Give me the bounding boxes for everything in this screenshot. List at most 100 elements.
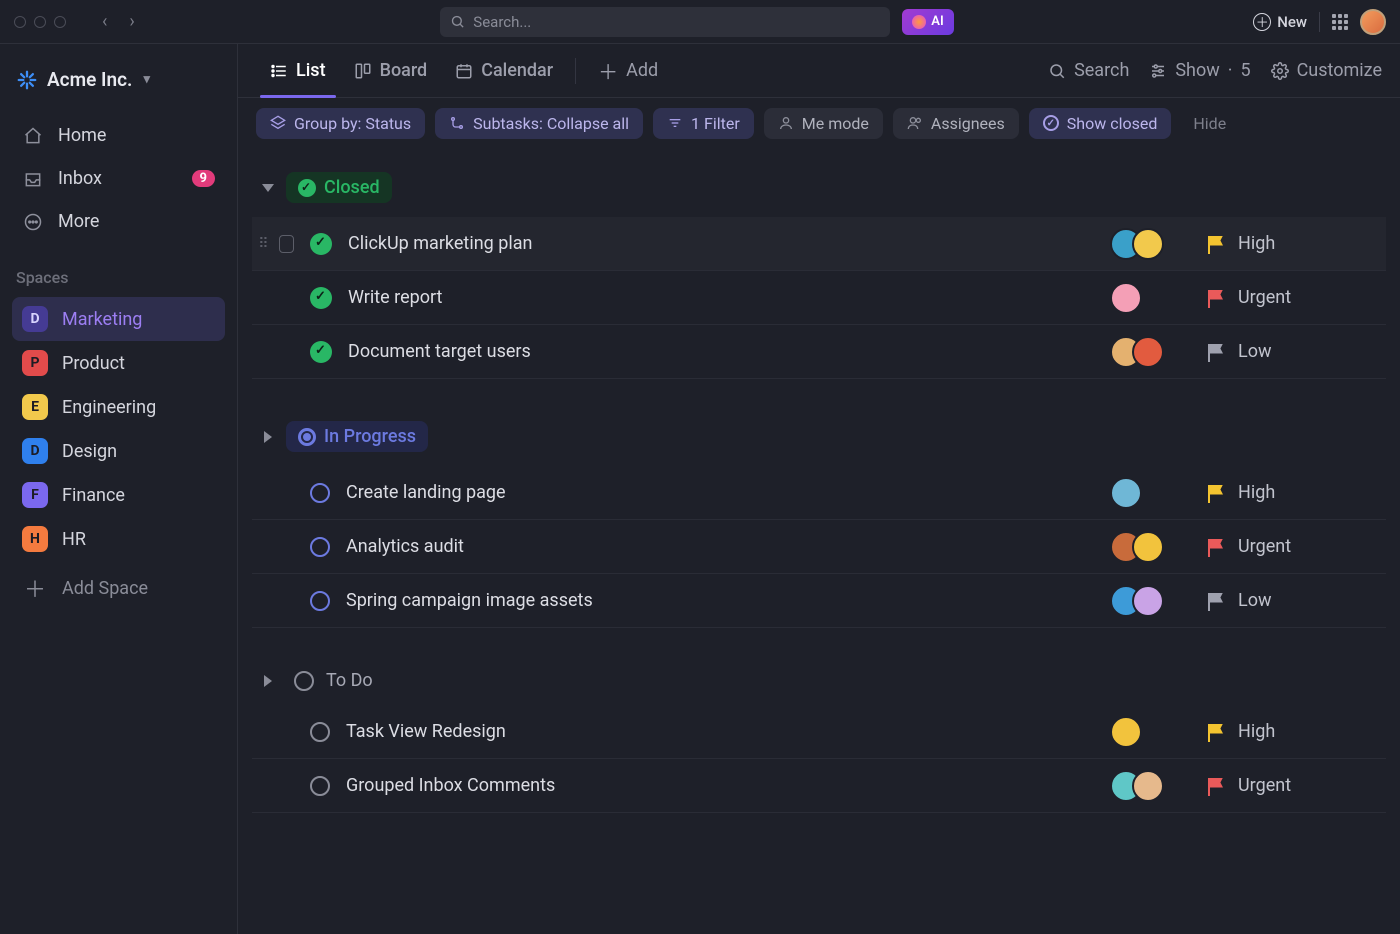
flag-icon: [1206, 723, 1224, 741]
task-assignees[interactable]: [1110, 716, 1190, 748]
drag-handle-icon[interactable]: ⠿: [254, 236, 271, 252]
task-assignees[interactable]: [1110, 585, 1190, 617]
space-label: Engineering: [62, 397, 156, 418]
ai-button[interactable]: AI: [902, 9, 953, 35]
space-label: Design: [62, 441, 117, 462]
task-row[interactable]: ⠿Analytics auditUrgent: [252, 520, 1386, 574]
space-item-finance[interactable]: FFinance: [12, 473, 225, 517]
task-status-icon[interactable]: [310, 287, 332, 309]
sliders-icon: [1149, 62, 1167, 80]
task-status-icon[interactable]: [310, 722, 330, 742]
task-priority[interactable]: High: [1206, 482, 1376, 503]
task-row[interactable]: ⠿Spring campaign image assetsLow: [252, 574, 1386, 628]
sidebar-item-home[interactable]: Home: [12, 115, 225, 156]
new-label: New: [1277, 13, 1307, 31]
task-status-icon[interactable]: [310, 591, 330, 611]
mac-max-dot[interactable]: [54, 16, 66, 28]
priority-label: High: [1238, 482, 1275, 503]
nav-forward-button[interactable]: ›: [123, 9, 140, 34]
task-priority[interactable]: Urgent: [1206, 536, 1376, 557]
customize-button[interactable]: Customize: [1271, 60, 1382, 81]
task-priority[interactable]: High: [1206, 721, 1376, 742]
search-view-button[interactable]: Search: [1048, 60, 1129, 81]
chip-assignees[interactable]: Assignees: [893, 108, 1019, 139]
task-priority[interactable]: Low: [1206, 590, 1376, 611]
label: Show: [1175, 60, 1219, 81]
task-status-icon[interactable]: [310, 776, 330, 796]
task-assignees[interactable]: [1110, 531, 1190, 563]
user-avatar[interactable]: [1360, 9, 1386, 35]
group-header-todo[interactable]: To Do: [252, 662, 1386, 699]
tab-label: Board: [380, 60, 428, 81]
priority-label: High: [1238, 721, 1275, 742]
add-view-button[interactable]: ＋ Add: [584, 56, 672, 85]
task-assignees[interactable]: [1110, 228, 1190, 260]
task-status-icon[interactable]: [310, 537, 330, 557]
chip-filter[interactable]: 1 Filter: [653, 108, 754, 139]
sidebar-item-more[interactable]: More: [12, 201, 225, 242]
task-assignees[interactable]: [1110, 336, 1190, 368]
label: Me mode: [802, 114, 869, 133]
check-circle-icon: [1043, 115, 1059, 131]
space-chip-icon: F: [22, 482, 48, 508]
chip-group-by[interactable]: Group by: Status: [256, 108, 425, 139]
avatar: [1132, 770, 1164, 802]
chip-show-closed[interactable]: Show closed: [1029, 108, 1172, 139]
chip-me-mode[interactable]: Me mode: [764, 108, 883, 139]
sidebar-item-label: More: [58, 211, 99, 232]
flag-icon: [1206, 289, 1224, 307]
task-priority[interactable]: High: [1206, 233, 1376, 254]
view-tab-board[interactable]: Board: [340, 44, 442, 97]
mac-close-dot[interactable]: [14, 16, 26, 28]
tab-label: Add: [626, 60, 658, 81]
home-icon: [22, 126, 44, 146]
task-status-icon[interactable]: [310, 233, 332, 255]
priority-label: Low: [1238, 341, 1272, 362]
task-row[interactable]: ⠿Document target usersLow: [252, 325, 1386, 379]
priority-label: High: [1238, 233, 1275, 254]
space-item-hr[interactable]: HHR: [12, 517, 225, 561]
task-assignees[interactable]: [1110, 282, 1190, 314]
space-item-engineering[interactable]: EEngineering: [12, 385, 225, 429]
chip-subtasks[interactable]: Subtasks: Collapse all: [435, 108, 643, 139]
show-columns-button[interactable]: Show · 5: [1149, 60, 1250, 81]
inbox-icon: [22, 169, 44, 189]
new-button[interactable]: ＋ New: [1253, 13, 1307, 31]
task-row[interactable]: ⠿Task View RedesignHigh: [252, 705, 1386, 759]
view-tab-calendar[interactable]: Calendar: [441, 44, 567, 97]
avatar: [1132, 531, 1164, 563]
label: Customize: [1297, 60, 1382, 81]
task-name: Grouped Inbox Comments: [346, 775, 1094, 796]
global-search[interactable]: Search...: [440, 7, 890, 37]
mac-min-dot[interactable]: [34, 16, 46, 28]
calendar-icon: [455, 62, 473, 80]
space-item-design[interactable]: DDesign: [12, 429, 225, 473]
apps-grid-icon[interactable]: [1332, 14, 1348, 30]
group-header-progress[interactable]: In Progress: [252, 413, 1386, 460]
task-row[interactable]: ⠿ ClickUp marketing plan High: [252, 217, 1386, 271]
nav-back-button[interactable]: ‹: [96, 9, 113, 34]
task-status-icon[interactable]: [310, 341, 332, 363]
task-row[interactable]: ⠿Grouped Inbox CommentsUrgent: [252, 759, 1386, 813]
hide-filters-button[interactable]: Hide: [1193, 114, 1226, 133]
space-item-product[interactable]: PProduct: [12, 341, 225, 385]
task-priority[interactable]: Urgent: [1206, 287, 1376, 308]
task-row[interactable]: ⠿Write reportUrgent: [252, 271, 1386, 325]
task-row[interactable]: ⠿Create landing pageHigh: [252, 466, 1386, 520]
task-priority[interactable]: Urgent: [1206, 775, 1376, 796]
group-header-closed[interactable]: Closed: [252, 164, 1386, 211]
space-label: Product: [62, 353, 125, 374]
task-checkbox[interactable]: [279, 235, 294, 253]
sidebar-item-inbox[interactable]: Inbox 9: [12, 158, 225, 199]
task-assignees[interactable]: [1110, 477, 1190, 509]
add-space-button[interactable]: ＋ Add Space: [12, 563, 225, 613]
list-icon: [270, 62, 288, 80]
workspace-switcher[interactable]: Acme Inc. ▾: [12, 58, 225, 113]
view-tab-list[interactable]: List: [256, 44, 340, 97]
space-item-marketing[interactable]: DMarketing: [12, 297, 225, 341]
task-priority[interactable]: Low: [1206, 341, 1376, 362]
task-name: ClickUp marketing plan: [348, 233, 1094, 254]
task-status-icon[interactable]: [310, 483, 330, 503]
flag-icon: [1206, 484, 1224, 502]
task-assignees[interactable]: [1110, 770, 1190, 802]
